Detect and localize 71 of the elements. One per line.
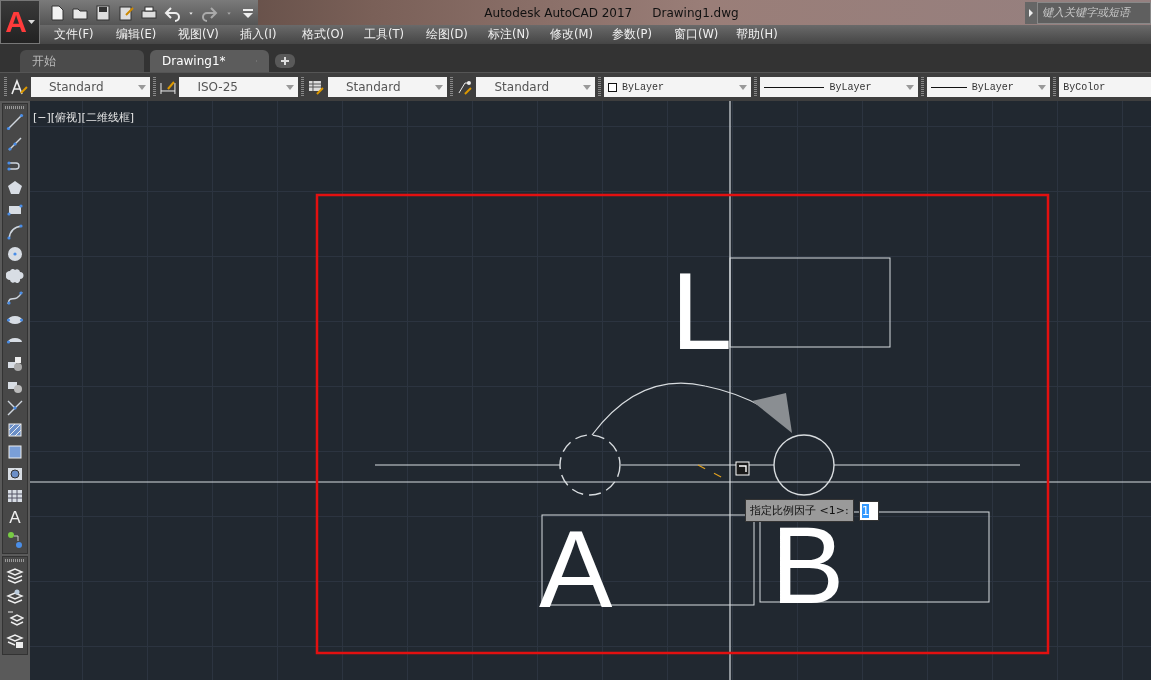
dropdown-arrow-icon xyxy=(739,84,748,90)
window-title: Autodesk AutoCAD 2017 xyxy=(484,5,633,20)
dropdown-arrow-icon xyxy=(286,84,295,90)
file-tab[interactable]: Drawing1* xyxy=(150,50,269,72)
text-tool[interactable]: A xyxy=(9,509,21,527)
circle-icon[interactable] xyxy=(6,245,24,263)
application-menu-button[interactable]: A xyxy=(0,0,40,44)
leader-style-icon[interactable] xyxy=(455,78,474,96)
menu-item[interactable]: 视图(V) xyxy=(178,27,240,42)
region-icon[interactable] xyxy=(6,465,24,483)
style-dropdown[interactable]: Standard xyxy=(476,77,596,97)
dropdown-arrow-icon xyxy=(137,84,146,90)
layers-icon[interactable] xyxy=(6,632,24,650)
property-dropdown[interactable]: ByLayer xyxy=(926,77,1051,97)
command-prompt: 指定比例因子 <1>: xyxy=(745,499,854,522)
arc-icon[interactable] xyxy=(6,223,24,241)
dropdown-arrow-icon xyxy=(434,84,443,90)
line-icon[interactable] xyxy=(6,113,24,131)
dropdown-arrow-icon xyxy=(1038,84,1047,90)
menu-item[interactable]: 窗口(W) xyxy=(674,27,736,42)
save-as-icon[interactable] xyxy=(117,3,135,22)
caret-icon xyxy=(27,20,35,24)
menu-item[interactable]: 编辑(E) xyxy=(116,27,178,42)
line-sample-icon xyxy=(764,85,825,89)
spline-icon[interactable] xyxy=(6,289,24,307)
hatch-icon[interactable] xyxy=(6,421,24,439)
menu-item[interactable]: 插入(I) xyxy=(240,27,302,42)
insert-block-icon[interactable] xyxy=(6,355,24,373)
property-dropdown[interactable]: ByColor xyxy=(1059,77,1151,97)
color-swatch-icon xyxy=(608,82,618,92)
style-dropdown[interactable]: Standard xyxy=(30,77,150,97)
menu-item[interactable]: 标注(N) xyxy=(488,27,550,42)
drawing-letter: B xyxy=(771,525,845,605)
dashed-circle xyxy=(559,434,621,496)
point-icon[interactable] xyxy=(6,399,24,417)
viewport-label[interactable]: [−][俯视][二维线框] xyxy=(33,110,134,125)
save-icon[interactable] xyxy=(94,3,112,22)
new-tab-icon[interactable] xyxy=(275,54,295,68)
circle xyxy=(773,434,835,496)
menu-item[interactable]: 参数(P) xyxy=(612,27,674,42)
table-icon[interactable] xyxy=(6,487,24,505)
new-file-icon[interactable] xyxy=(48,3,66,22)
add-selected-icon[interactable] xyxy=(6,531,24,549)
cloud-icon[interactable] xyxy=(6,267,24,285)
search-field[interactable]: 键入关键字或短语 xyxy=(1037,1,1151,24)
menu-item[interactable]: 格式(O) xyxy=(302,27,364,42)
dropdown-arrow-icon xyxy=(905,84,914,90)
line-sample-icon xyxy=(930,85,967,89)
layers-icon[interactable] xyxy=(6,588,24,606)
polygon-icon[interactable] xyxy=(6,179,24,197)
gradient-icon[interactable] xyxy=(6,443,24,461)
menu-item[interactable]: 文件(F) xyxy=(54,27,116,42)
menu-item[interactable]: 修改(M) xyxy=(550,27,612,42)
cursor-icon xyxy=(735,461,750,476)
file-tab[interactable]: 开始 xyxy=(20,50,144,72)
dropdown-arrow-icon xyxy=(583,84,592,90)
menu-item[interactable]: 工具(T) xyxy=(364,27,426,42)
menu-item[interactable]: 绘图(D) xyxy=(426,27,488,42)
print-icon[interactable] xyxy=(140,3,158,22)
property-dropdown[interactable]: ByLayer xyxy=(760,77,918,97)
style-dropdown[interactable]: ISO-25 xyxy=(179,77,299,97)
menu-item[interactable]: 帮助(H) xyxy=(736,27,798,42)
file-name: Drawing1.dwg xyxy=(652,5,739,20)
drawing-letter: A xyxy=(539,529,613,609)
drawing-letter: L xyxy=(671,271,733,351)
layers-icon[interactable] xyxy=(6,610,24,628)
style-dropdown[interactable]: Standard xyxy=(327,77,447,97)
text-style-icon[interactable] xyxy=(10,78,28,96)
layers-icon[interactable] xyxy=(6,566,24,584)
table-style-icon[interactable] xyxy=(307,78,325,96)
property-dropdown[interactable]: ByLayer xyxy=(604,77,752,97)
